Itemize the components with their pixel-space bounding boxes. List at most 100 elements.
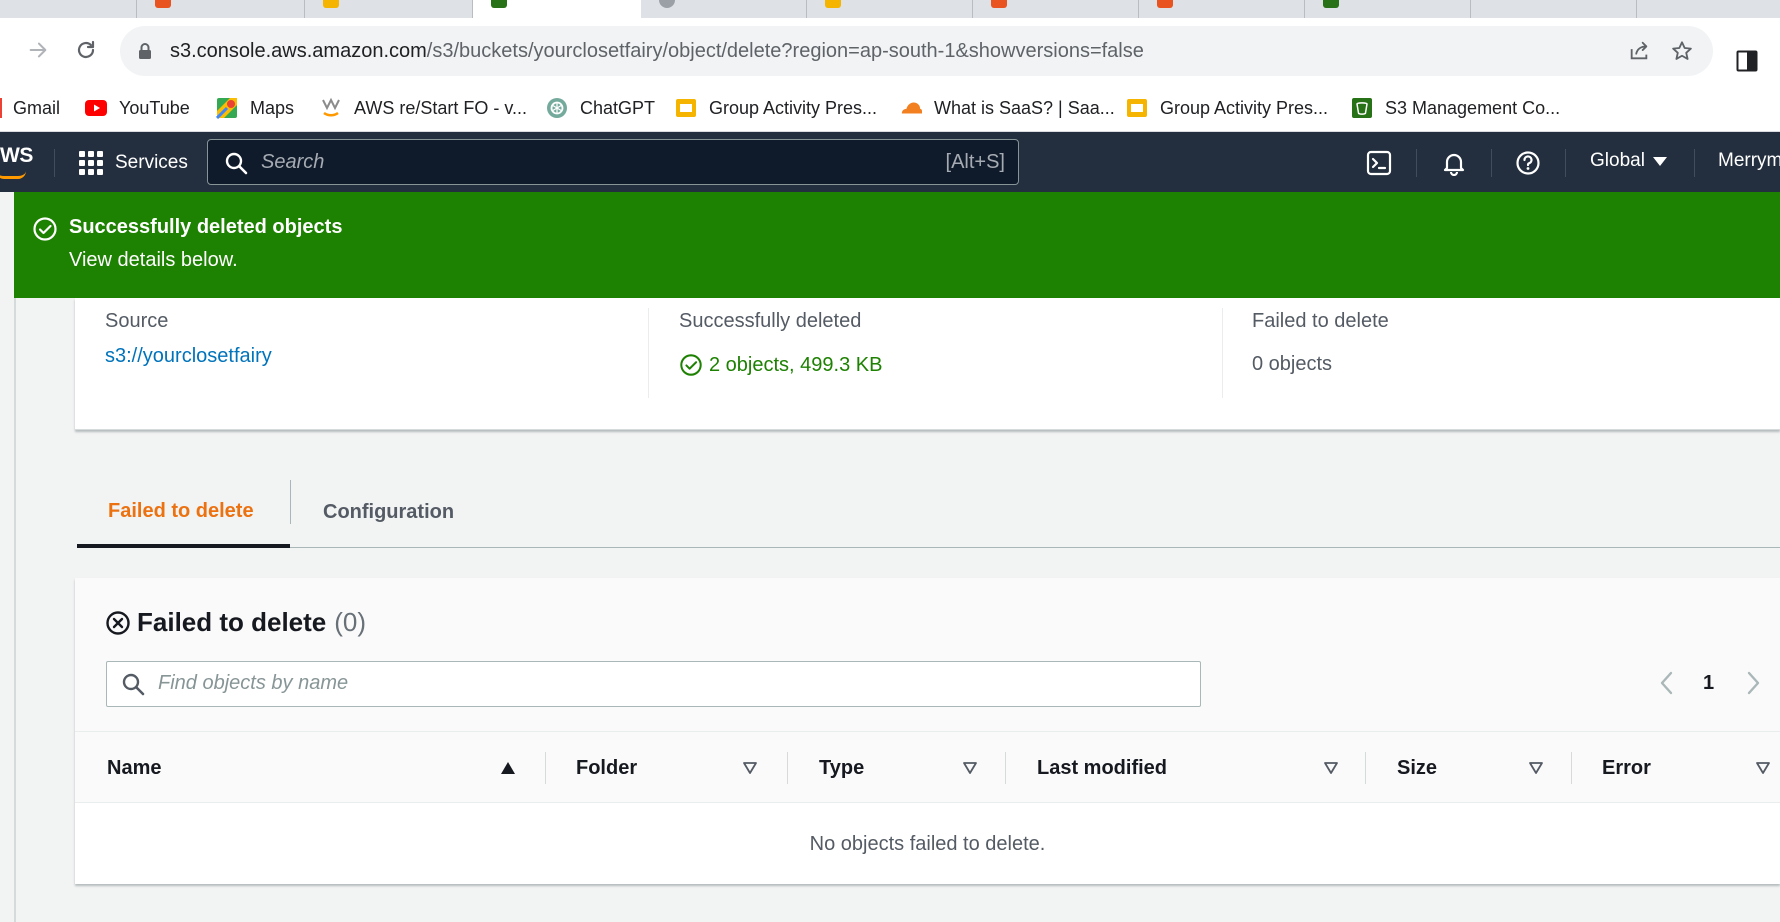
summary-failed-to-delete: Failed to delete 0 objects (1252, 298, 1752, 398)
results-tabs: Failed to delete Configuration (77, 478, 1780, 548)
bookmark-group-activity-1[interactable]: Group Activity Pres... (675, 94, 877, 122)
sort-unsorted-icon[interactable] (742, 761, 758, 775)
tab-favicon-icon (991, 0, 1007, 8)
bookmark-label: Gmail (13, 97, 61, 118)
cloudflare-icon (900, 98, 922, 118)
region-selector[interactable]: Global (1590, 150, 1667, 172)
column-label: Size (1397, 756, 1438, 779)
tab-label: Configuration (323, 501, 455, 523)
bookmark-chatgpt[interactable]: ChatGPT (546, 94, 655, 122)
aws-logo-text: WS (0, 144, 33, 167)
bookmark-label: Group Activity Pres... (709, 97, 878, 118)
success-check-icon (680, 354, 702, 376)
nav-divider (1416, 149, 1417, 177)
browser-tab[interactable] (0, 0, 137, 18)
column-label: Type (819, 756, 865, 779)
aws-top-nav: WS Services Search [Alt+S] Global Merrym (0, 132, 1780, 192)
table-empty-state: No objects failed to delete. (75, 804, 1780, 884)
flash-title: Successfully deleted objects (69, 216, 343, 238)
pagination-next-button[interactable] (1743, 668, 1763, 698)
browser-tab-active[interactable] (473, 0, 641, 18)
column-header-size[interactable]: Size (1397, 732, 1547, 804)
bookmark-s3-management[interactable]: S3 Management Co... (1351, 94, 1560, 122)
empty-message: No objects failed to delete. (809, 832, 1046, 855)
tab-favicon-icon (155, 0, 171, 8)
aws-logo[interactable]: WS (0, 144, 33, 179)
account-menu[interactable]: Merrym (1718, 150, 1780, 172)
sort-unsorted-icon[interactable] (1528, 761, 1544, 775)
nav-divider (54, 149, 55, 177)
column-header-error[interactable]: Error (1602, 732, 1752, 804)
chatgpt-icon (546, 98, 568, 118)
maps-icon (216, 98, 238, 119)
bookmark-aws-restart[interactable]: AWS re/Start FO - v... (320, 94, 527, 122)
tab-favicon-icon (1157, 0, 1173, 8)
browser-tab[interactable] (973, 0, 1139, 18)
column-header-last-modified[interactable]: Last modified (1037, 732, 1337, 804)
browser-tab[interactable] (305, 0, 473, 18)
find-objects-input[interactable]: Find objects by name (106, 661, 1201, 707)
column-label: Last modified (1037, 756, 1168, 779)
bookmark-maps[interactable]: Maps (216, 94, 294, 122)
deleted-label: Successfully deleted (679, 310, 862, 332)
table-title: Failed to delete (0) (105, 607, 366, 638)
sort-unsorted-icon[interactable] (962, 761, 978, 775)
bookmark-label: Group Activity Pres... (1160, 97, 1329, 118)
pagination-prev-button[interactable] (1657, 668, 1677, 698)
source-bucket-link[interactable]: s3://yourclosetfairy (105, 345, 272, 368)
column-divider (545, 752, 546, 784)
cloudshell-icon[interactable] (1364, 148, 1394, 178)
bookmark-what-is-saas[interactable]: What is SaaS? | Saa... (900, 94, 1115, 122)
s3-icon (1351, 98, 1373, 118)
omnibox[interactable]: s3.console.aws.amazon.com/s3/buckets/you… (120, 26, 1713, 76)
search-icon (122, 673, 145, 696)
tab-favicon-icon (659, 0, 675, 8)
notifications-bell-icon[interactable] (1439, 148, 1469, 178)
deleted-count-size: 2 objects, 499.3 KB (709, 353, 883, 376)
chevron-right-icon (1747, 671, 1760, 695)
tab-label: Failed to delete (108, 499, 254, 522)
bookmark-group-activity-2[interactable]: Group Activity Pres... (1126, 94, 1328, 122)
youtube-icon (85, 98, 107, 118)
share-icon[interactable] (1627, 39, 1651, 63)
browser-tab[interactable] (137, 0, 305, 18)
url-text[interactable]: s3.console.aws.amazon.com/s3/buckets/you… (170, 40, 1144, 63)
filter-placeholder: Find objects by name (158, 672, 349, 694)
bookmark-label: YouTube (119, 97, 190, 118)
page-number: 1 (1703, 671, 1715, 694)
browser-tab[interactable] (1305, 0, 1471, 18)
column-header-type[interactable]: Type (819, 732, 1019, 804)
browser-tab[interactable] (1139, 0, 1305, 18)
browser-tab[interactable] (807, 0, 973, 18)
bookmark-gmail[interactable]: Gmail (0, 94, 60, 122)
browser-tab[interactable] (1471, 0, 1637, 18)
flash-description: View details below. (69, 249, 238, 271)
column-divider (648, 308, 649, 398)
forward-button[interactable] (20, 32, 56, 68)
column-header-name[interactable]: Name (107, 732, 537, 804)
error-x-icon (106, 610, 130, 635)
side-panel-icon[interactable] (1736, 50, 1758, 77)
bookmark-label: AWS re/Start FO - v... (354, 97, 528, 118)
caret-down-icon (1652, 156, 1667, 166)
page-left-border (14, 298, 16, 922)
bookmark-youtube[interactable]: YouTube (85, 94, 190, 122)
aws-search-input[interactable]: Search [Alt+S] (207, 139, 1019, 185)
bookmark-label: S3 Management Co... (1385, 97, 1561, 118)
tab-configuration[interactable]: Configuration (291, 478, 491, 547)
help-icon[interactable] (1513, 148, 1543, 178)
sort-unsorted-icon[interactable] (1323, 761, 1339, 775)
bookmark-star-icon[interactable] (1670, 39, 1694, 63)
reload-button[interactable] (68, 32, 104, 68)
tab-failed-to-delete[interactable]: Failed to delete (77, 478, 290, 548)
table-title-text: Failed to delete (137, 607, 327, 637)
browser-tab[interactable] (641, 0, 807, 18)
pagination-page-1[interactable]: 1 (1703, 668, 1714, 698)
failed-objects-table: Failed to delete (0) Find objects by nam… (75, 578, 1780, 884)
sort-unsorted-icon[interactable] (1755, 761, 1771, 775)
sort-ascending-icon[interactable] (500, 761, 516, 775)
nav-divider (1565, 149, 1566, 177)
region-label: Global (1590, 150, 1645, 171)
column-label: Folder (576, 756, 638, 779)
services-menu-button[interactable]: Services (79, 149, 188, 177)
